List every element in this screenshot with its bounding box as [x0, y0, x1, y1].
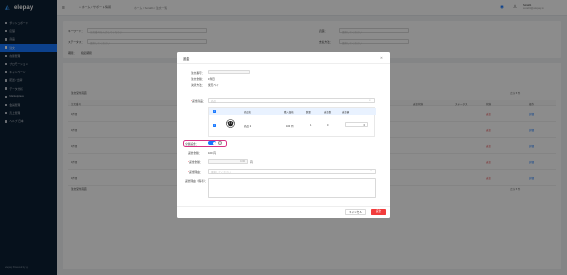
refund-product-label-text: 返金商品：	[192, 100, 206, 103]
product-price: 100 円	[286, 125, 294, 128]
fee-input: 0.00	[208, 158, 248, 164]
reason-select[interactable]: 選択してください	[208, 168, 376, 174]
select-all-checkbox[interactable]: ✓	[213, 110, 216, 113]
order-no-value	[208, 70, 250, 74]
col-qty: 数量	[306, 111, 311, 114]
chevron-down-icon: ⌄	[370, 169, 373, 172]
search-icon: ⌕	[369, 98, 371, 102]
refund-amount-label: 返金金額：	[188, 152, 202, 155]
cancel-button[interactable]: キャンセル	[345, 209, 366, 215]
refund-products-table: ✓ 商品名 購入価格 数量 返金数 返金額 ✓ 商品 2 100 円 1 0 0	[208, 107, 376, 137]
reason-label: *返金理由：	[188, 171, 203, 174]
refund-amount-value: 100 円	[208, 152, 216, 155]
col-refund-qty: 返金数	[324, 111, 332, 114]
all-refund-label: 全額返金：	[185, 143, 199, 146]
fee-unit: 円	[250, 160, 253, 164]
fee-label-text: 返金金額：	[189, 161, 203, 164]
fee-label: *返金金額：	[188, 161, 203, 164]
toggle-knob	[212, 141, 216, 145]
all-refund-toggle[interactable]	[208, 141, 216, 146]
refund-table-header: ✓ 商品名 購入価格 数量 返金数 返金額	[209, 108, 376, 115]
product-image	[226, 119, 235, 128]
col-price: 購入価格	[284, 111, 294, 114]
refund-product-select[interactable]: 商品	[208, 97, 375, 103]
order-no-label: 注文番号：	[191, 72, 205, 75]
modal-title: 返金	[183, 57, 190, 61]
refund-product-label: *返金商品：	[191, 100, 206, 103]
payment-method-label: 決済方法：	[191, 84, 205, 87]
col-product-name: 商品名	[244, 111, 252, 114]
order-amount-label: 注文金額：	[191, 78, 205, 81]
close-icon[interactable]: ✕	[380, 56, 383, 60]
memo-label: 返金理由（備考）：	[185, 180, 208, 183]
product-qty: 1	[310, 124, 312, 127]
reason-label-text: 返金理由：	[189, 171, 203, 174]
product-refund-qty: 0	[327, 124, 329, 127]
row-checkbox[interactable]: ✓	[213, 123, 216, 127]
col-refund-amount: 返金額	[342, 111, 350, 114]
refund-button[interactable]: 返金	[371, 209, 386, 215]
refund-amount-input[interactable]: 0	[345, 122, 368, 127]
order-amount-value: 1件目	[208, 78, 215, 81]
refund-modal: 返金 ✕ 注文番号： 注文金額： 1件目 決済方法： 楽天ペイ *返金商品： 商…	[177, 52, 390, 218]
memo-textarea[interactable]	[208, 178, 376, 198]
payment-method-value: 楽天ペイ	[208, 84, 219, 87]
product-name: 商品 2	[244, 125, 252, 128]
